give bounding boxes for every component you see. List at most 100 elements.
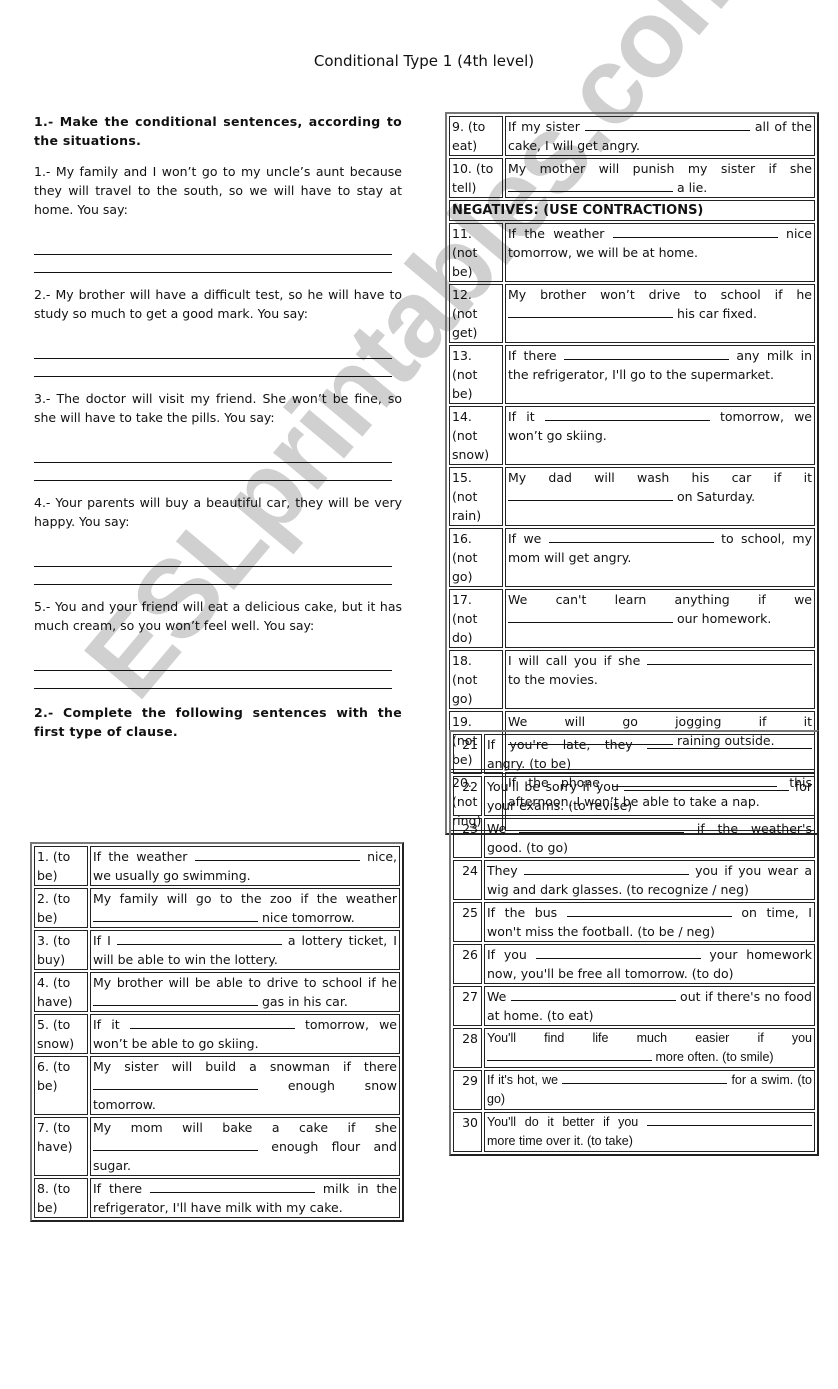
exercise-sentence: If we to school, my mom will get angry. xyxy=(505,528,815,587)
answer-blank[interactable] xyxy=(544,408,710,421)
situation-text: 4.- Your parents will buy a beautiful ca… xyxy=(34,495,402,529)
exercise-sentence: We can't learn anything if we our homewo… xyxy=(505,589,815,648)
sentence-end: a lie. xyxy=(676,180,708,195)
answer-line[interactable] xyxy=(34,653,392,671)
answer-blank[interactable] xyxy=(93,1138,258,1151)
exercise-row: 13. (not be) If there any milk in the ref… xyxy=(449,345,815,404)
answer-blank[interactable] xyxy=(93,993,258,1006)
sentence-end: more time over it. (to take) xyxy=(487,1134,633,1148)
sentence-start: You'll be sorry if you xyxy=(487,779,619,794)
sentence-start: My family will go to the zoo if the weat… xyxy=(93,891,397,906)
sentence-start: If the bus xyxy=(487,905,558,920)
answer-line[interactable] xyxy=(34,341,392,359)
answer-blank[interactable] xyxy=(150,1180,315,1193)
answer-blank[interactable] xyxy=(566,904,732,917)
exercise-sentence: If it tomorrow, we won’t go skiing. xyxy=(505,406,815,465)
exercise-sentence: My mother will punish my sister if she a… xyxy=(505,158,815,198)
answer-blank[interactable] xyxy=(194,848,360,861)
section-1-heading: 1.- Make the conditional sentences, acco… xyxy=(34,114,402,148)
exercise-sentence: If the weather nice tomorrow, we will be… xyxy=(505,223,815,282)
answer-blank[interactable] xyxy=(523,862,689,875)
exercise-row: 16. (not go) If we to school, my mom will… xyxy=(449,528,815,587)
answer-blank[interactable] xyxy=(508,305,673,318)
exercise-number: 13. (not be) xyxy=(449,345,503,404)
answer-blank[interactable] xyxy=(487,1048,652,1061)
answer-blank[interactable] xyxy=(519,820,685,833)
answer-line[interactable] xyxy=(34,567,392,585)
answer-blank[interactable] xyxy=(535,946,701,959)
answer-blank[interactable] xyxy=(129,1016,295,1029)
exercise-sentence: If there any milk in the refrigerator, I… xyxy=(505,345,815,404)
sentence-start: We xyxy=(487,821,507,836)
answer-blank[interactable] xyxy=(647,1113,812,1126)
sentence-end: his car fixed. xyxy=(676,306,757,321)
exercise-sentence: If it tomorrow, we won’t be able to go s… xyxy=(90,1014,400,1054)
sentence-start: If there xyxy=(93,1181,143,1196)
answer-blank[interactable] xyxy=(116,932,282,945)
negatives-row: NEGATIVES: (USE CONTRACTIONS) xyxy=(449,200,815,221)
situation-item: 5.- You and your friend will eat a delic… xyxy=(34,597,402,689)
sentence-end: on Saturday. xyxy=(676,489,756,504)
exercise-row: 28 You'll find life much easier if you mo… xyxy=(453,1028,815,1068)
exercise-number: 3. (to buy) xyxy=(34,930,88,970)
answer-blank[interactable] xyxy=(508,179,673,192)
answer-blank[interactable] xyxy=(647,652,812,665)
section-2-heading: 2.- Complete the following sentences wit… xyxy=(34,705,402,739)
answer-blank[interactable] xyxy=(510,988,676,1001)
sentence-end: angry. (to be) xyxy=(487,756,572,771)
answer-line[interactable] xyxy=(34,463,392,481)
sentence-start: My mother will punish my sister if she xyxy=(508,161,812,176)
answer-blank[interactable] xyxy=(508,488,673,501)
exercise-row: 4. (to have) My brother will be able to d… xyxy=(34,972,400,1012)
situation-item: 2.- My brother will have a difficult tes… xyxy=(34,285,402,377)
sentence-start: My brother won’t drive to school if he xyxy=(508,287,812,302)
sentence-end: gas in his car. xyxy=(261,994,348,1009)
answer-blank[interactable] xyxy=(584,118,750,131)
answer-line[interactable] xyxy=(34,237,392,255)
answer-line[interactable] xyxy=(34,359,392,377)
answer-blank[interactable] xyxy=(93,909,258,922)
sentence-start: If the weather xyxy=(93,849,188,864)
sentence-start: We can't learn anything if we xyxy=(508,592,812,607)
sentence-start: If you xyxy=(487,947,527,962)
exercise-number: 26 xyxy=(453,944,482,984)
answer-line[interactable] xyxy=(34,549,392,567)
sentence-start: If you're late, they xyxy=(487,737,633,752)
answer-blank[interactable] xyxy=(624,778,790,791)
answer-blank[interactable] xyxy=(548,530,714,543)
exercise-table-3: 21 If you're late, they angry. (to be) 22 Y… xyxy=(449,730,819,1156)
answer-blank[interactable] xyxy=(647,736,812,749)
answer-blank[interactable] xyxy=(612,225,778,238)
exercise-table-1: 1. (to be) If the weather nice, we usuall… xyxy=(30,842,404,1222)
exercise-row: 17. (not do) We can't learn anything if w… xyxy=(449,589,815,648)
sentence-start: If the weather xyxy=(508,226,605,241)
exercise-row: 25 If the bus on time, I won't miss the f… xyxy=(453,902,815,942)
situation-text: 1.- My family and I won’t go to my uncle… xyxy=(34,164,402,217)
exercise-sentence: You'll do it better if you more time ove… xyxy=(484,1112,815,1152)
exercise-row: 21 If you're late, they angry. (to be) xyxy=(453,734,815,774)
answer-blank[interactable] xyxy=(564,347,729,360)
exercise-number: 14. (not snow) xyxy=(449,406,503,465)
exercise-number: 10. (to tell) xyxy=(449,158,503,198)
exercise-number: 29 xyxy=(453,1070,482,1110)
exercise-row: 29 If it's hot, we for a swim. (to go) xyxy=(453,1070,815,1110)
situation-item: 4.- Your parents will buy a beautiful ca… xyxy=(34,493,402,585)
sentence-end: to the movies. xyxy=(508,672,598,687)
exercise-number: 9. (to eat) xyxy=(449,116,503,156)
exercise-sentence: We out if there's no food at home. (to e… xyxy=(484,986,815,1026)
answer-line[interactable] xyxy=(34,445,392,463)
exercise-number: 17. (not do) xyxy=(449,589,503,648)
exercise-row: 6. (to be) My sister will build a snowman… xyxy=(34,1056,400,1115)
sentence-start: We xyxy=(487,989,507,1004)
answer-blank[interactable] xyxy=(93,1077,258,1090)
answer-line[interactable] xyxy=(34,671,392,689)
exercise-row: 30 You'll do it better if you more time o… xyxy=(453,1112,815,1152)
answer-blank[interactable] xyxy=(562,1071,728,1084)
situation-item: 1.- My family and I won’t go to my uncle… xyxy=(34,162,402,273)
answer-line[interactable] xyxy=(34,255,392,273)
exercise-sentence: You'll find life much easier if you more… xyxy=(484,1028,815,1068)
answer-blank[interactable] xyxy=(508,610,673,623)
sentence-end: nice tomorrow. xyxy=(261,910,355,925)
exercise-sentence: You'll be sorry if you for your exams. (… xyxy=(484,776,815,816)
exercise-number: 8. (to be) xyxy=(34,1178,88,1218)
